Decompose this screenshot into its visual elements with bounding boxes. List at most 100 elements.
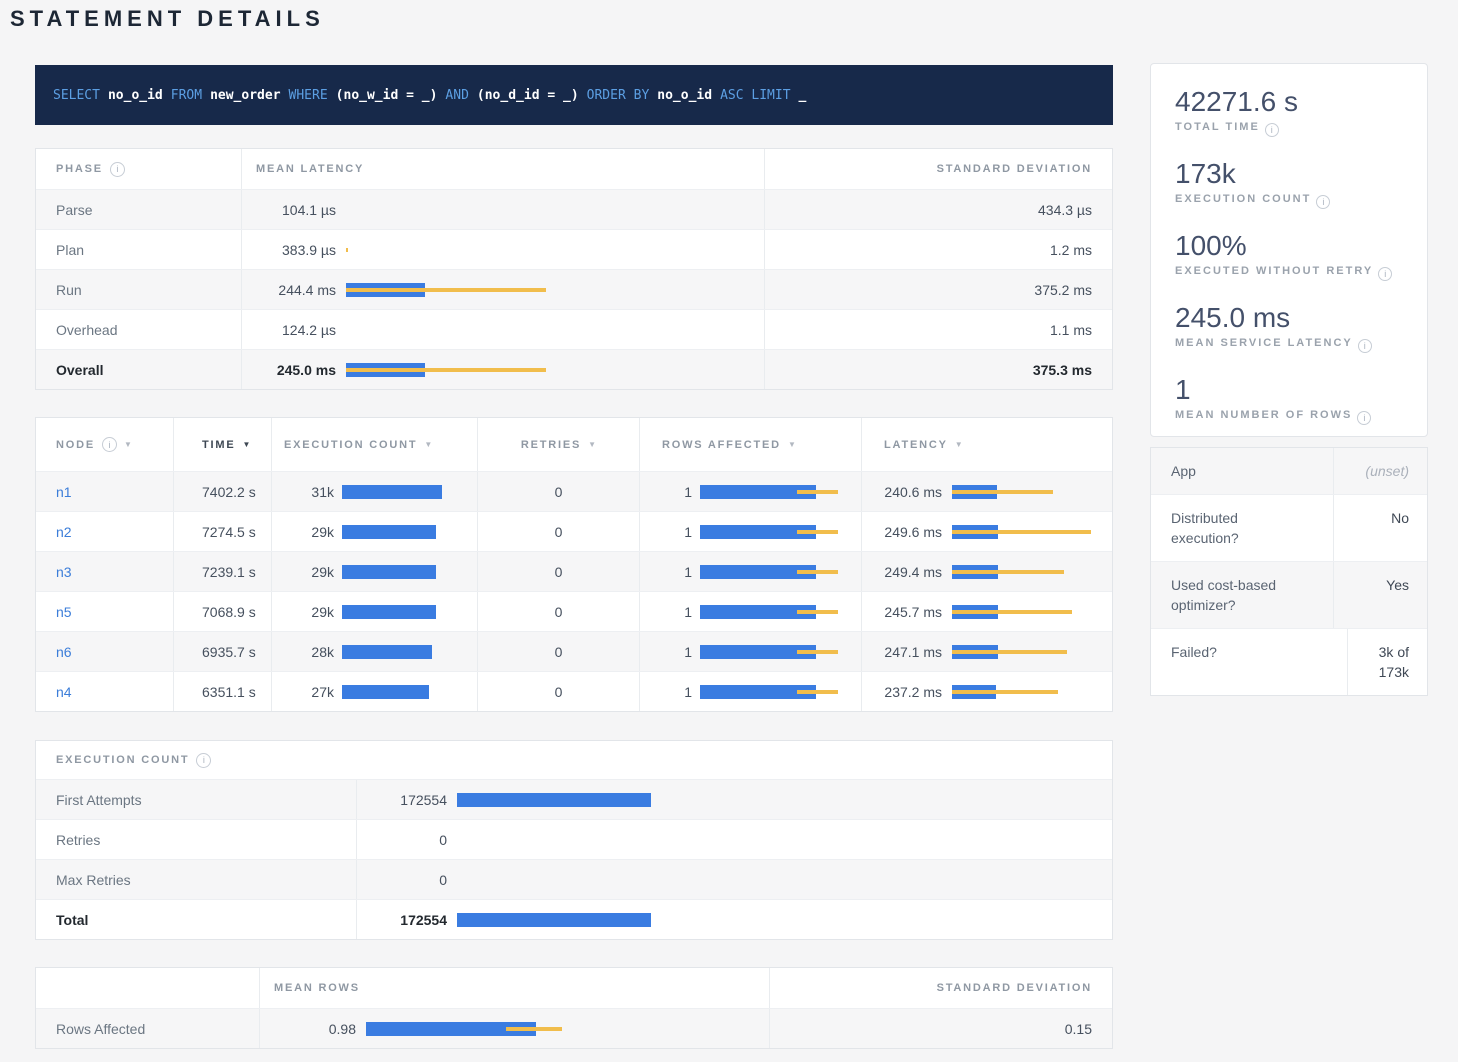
sql-identifier: new_order — [210, 88, 280, 103]
info-icon[interactable]: i — [102, 437, 117, 452]
std-deviation-value: 0.15 — [769, 1009, 1112, 1048]
phase-name: Overhead — [36, 310, 241, 349]
node-rows-affected: 1 — [640, 564, 692, 580]
node-latency: 240.6 ms — [862, 484, 942, 500]
stat-execution-count: 173k EXECUTION COUNTi — [1175, 158, 1403, 209]
node-latency: 247.1 ms — [862, 644, 942, 660]
node-time: 6935.7 s — [173, 632, 271, 671]
phase-table-header: PHASE i MEAN LATENCY STANDARD DEVIATION — [36, 149, 1112, 189]
stat-value: 1 — [1175, 374, 1403, 406]
node-link[interactable]: n1 — [56, 484, 72, 500]
node-retries: 0 — [477, 672, 639, 711]
exec-row-bar — [457, 833, 657, 847]
sort-caret-icon[interactable]: ▼ — [242, 440, 250, 449]
node-link[interactable]: n6 — [56, 644, 72, 660]
sql-identifier: (no_w_id = _) — [336, 88, 438, 103]
attribute-value: 3k of 173k — [1347, 629, 1427, 695]
node-time: 7274.5 s — [173, 512, 271, 551]
latency-bar — [952, 645, 1092, 659]
sql-statement-box: SELECT no_o_id FROM new_order WHERE (no_… — [35, 65, 1113, 125]
time-column-header[interactable]: TIME ▼ — [173, 418, 271, 471]
rows-affected-column-header[interactable]: ROWS AFFECTED ▼ — [639, 418, 861, 471]
info-icon[interactable]: i — [110, 162, 125, 177]
retries-header-label: RETRIES — [521, 439, 581, 451]
retries-column-header[interactable]: RETRIES ▼ — [477, 418, 639, 471]
sort-caret-icon[interactable]: ▼ — [788, 440, 796, 449]
mean-latency-bar — [346, 363, 546, 377]
rows-affected-bar — [700, 605, 842, 619]
sort-caret-icon[interactable]: ▼ — [424, 440, 432, 449]
node-stats-table: NODE i ▼ TIME ▼ EXECUTION COUNT ▼ RETRIE… — [35, 417, 1113, 712]
execution-count-table-header: EXECUTION COUNT i — [36, 741, 1112, 779]
sort-caret-icon[interactable]: ▼ — [955, 440, 963, 449]
statement-details-page: STATEMENT DETAILS SELECT no_o_id FROM ne… — [0, 0, 1458, 1062]
node-exec-count: 27k — [284, 684, 334, 700]
statement-attributes-table: App (unset) Distributed execution? No Us… — [1150, 447, 1428, 696]
attribute-label: Used cost-based optimizer? — [1151, 562, 1333, 628]
exec-row-bar — [457, 913, 657, 927]
node-time: 7068.9 s — [173, 592, 271, 631]
node-retries: 0 — [477, 512, 639, 551]
node-retries: 0 — [477, 632, 639, 671]
sql-keyword: ASC LIMIT — [720, 88, 790, 103]
attribute-label: Failed? — [1151, 629, 1333, 695]
attribute-row-optimizer: Used cost-based optimizer? Yes — [1151, 561, 1427, 628]
info-icon[interactable]: i — [1358, 339, 1372, 353]
rows-affected-bar — [700, 685, 842, 699]
execution-count-title: EXECUTION COUNT i — [36, 741, 211, 779]
node-row: n4 6351.1 s 27k 0 1 237.2 ms — [36, 671, 1112, 711]
execution-count-title-label: EXECUTION COUNT — [56, 754, 189, 766]
node-table-header: NODE i ▼ TIME ▼ EXECUTION COUNT ▼ RETRIE… — [36, 418, 1112, 471]
mean-latency-bar — [346, 323, 546, 337]
node-row: n2 7274.5 s 29k 0 1 249.6 ms — [36, 511, 1112, 551]
attribute-row-app: App (unset) — [1151, 448, 1427, 494]
phase-column-header: PHASE i — [36, 149, 241, 189]
node-row: n5 7068.9 s 29k 0 1 245.7 ms — [36, 591, 1112, 631]
latency-bar — [952, 605, 1092, 619]
node-exec-count: 29k — [284, 524, 334, 540]
node-column-header[interactable]: NODE i ▼ — [36, 418, 173, 471]
info-icon[interactable]: i — [196, 753, 211, 768]
mean-latency-bar — [346, 283, 546, 297]
phase-header-label: PHASE — [56, 163, 103, 175]
rows-affected-table: MEAN ROWS STANDARD DEVIATION Rows Affect… — [35, 967, 1113, 1049]
node-link[interactable]: n3 — [56, 564, 72, 580]
node-link[interactable]: n2 — [56, 524, 72, 540]
info-icon[interactable]: i — [1316, 195, 1330, 209]
mean-latency-column-header: MEAN LATENCY — [241, 149, 764, 189]
info-icon[interactable]: i — [1265, 123, 1279, 137]
attribute-label: App — [1151, 448, 1333, 494]
node-link[interactable]: n5 — [56, 604, 72, 620]
execution-count-column-header[interactable]: EXECUTION COUNT ▼ — [271, 418, 477, 471]
sort-caret-icon[interactable]: ▼ — [124, 440, 132, 449]
info-icon[interactable]: i — [1357, 411, 1371, 425]
rows-affected-bar — [700, 565, 842, 579]
table-row: Plan 383.9 µs 1.2 ms — [36, 229, 1112, 269]
node-rows-affected: 1 — [640, 484, 692, 500]
node-rows-affected: 1 — [640, 644, 692, 660]
stat-label: MEAN SERVICE LATENCYi — [1175, 337, 1403, 353]
stat-value: 245.0 ms — [1175, 302, 1403, 334]
latency-column-header[interactable]: LATENCY ▼ — [861, 418, 1112, 471]
phase-name: Run — [36, 270, 241, 309]
node-rows-affected: 1 — [640, 604, 692, 620]
sql-keyword: FROM — [171, 88, 202, 103]
phase-name: Parse — [36, 190, 241, 229]
attribute-value: No — [1333, 495, 1427, 561]
exec-row-value: 0 — [357, 872, 447, 888]
node-row: n3 7239.1 s 29k 0 1 249.4 ms — [36, 551, 1112, 591]
rows-table-header: MEAN ROWS STANDARD DEVIATION — [36, 968, 1112, 1008]
mean-latency-value: 104.1 µs — [256, 202, 336, 218]
table-row: First Attempts 172554 — [36, 779, 1112, 819]
node-row: n6 6935.7 s 28k 0 1 247.1 ms — [36, 631, 1112, 671]
exec-row-bar — [457, 873, 657, 887]
rows-affected-header-label: ROWS AFFECTED — [662, 439, 781, 451]
stat-mean-service-latency: 245.0 ms MEAN SERVICE LATENCYi — [1175, 302, 1403, 353]
node-latency: 237.2 ms — [862, 684, 942, 700]
info-icon[interactable]: i — [1378, 267, 1392, 281]
exec-count-bar — [342, 485, 442, 499]
std-deviation-value: 434.3 µs — [764, 190, 1112, 229]
mean-latency-bar — [346, 203, 546, 217]
sort-caret-icon[interactable]: ▼ — [588, 440, 596, 449]
node-link[interactable]: n4 — [56, 684, 72, 700]
